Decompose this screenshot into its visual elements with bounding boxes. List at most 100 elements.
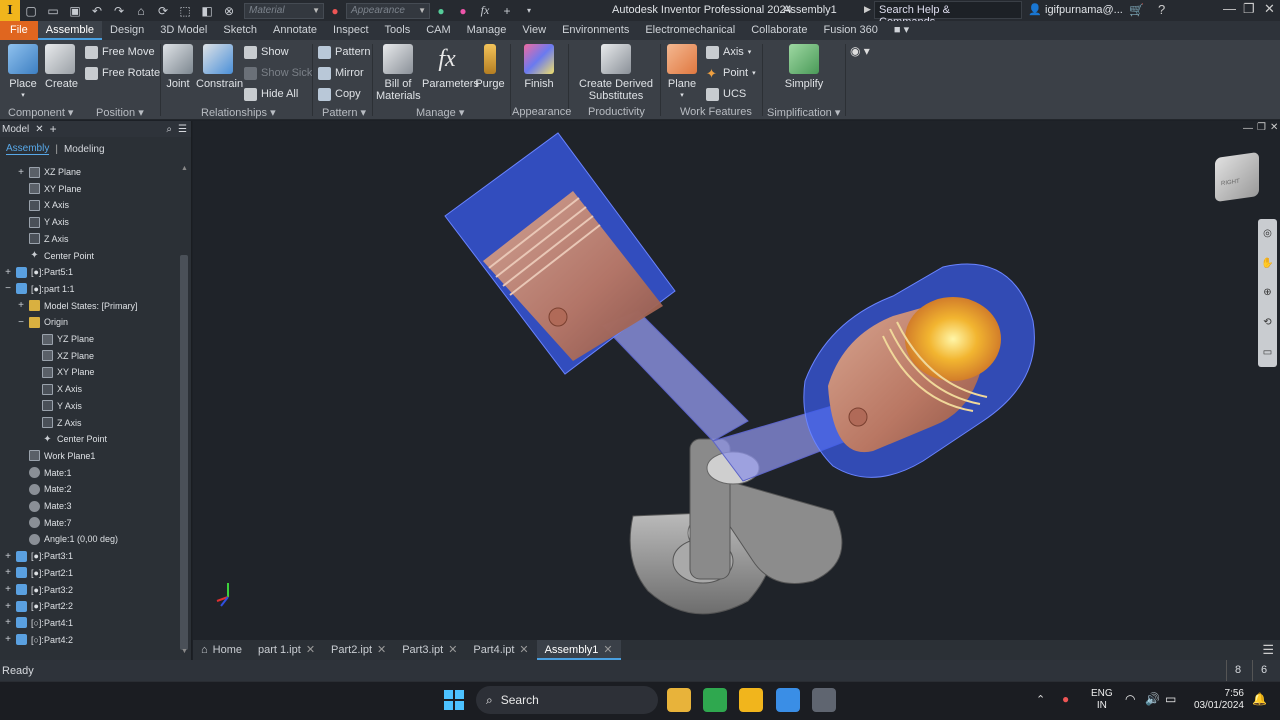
tab-sketch[interactable]: Sketch	[215, 21, 265, 40]
doc-tab-part1[interactable]: part 1.ipt ✕	[250, 640, 323, 660]
help-icon[interactable]: ?	[1158, 2, 1165, 17]
language-indicator[interactable]: ENG IN	[1091, 688, 1113, 712]
tree-item[interactable]: ✦ Center Point	[17, 248, 94, 264]
user-account[interactable]: igifpurnama@...	[1045, 4, 1123, 16]
tray-app-icon[interactable]: ●	[1062, 692, 1069, 706]
tab-manage[interactable]: Manage	[459, 21, 515, 40]
tree-item[interactable]: YZ Plane	[30, 331, 94, 347]
open-icon[interactable]: ▭	[42, 0, 64, 21]
show-sick-button[interactable]: Show Sick	[244, 64, 312, 82]
browser-scrollbar[interactable]	[179, 165, 189, 655]
cart-icon[interactable]: 🛒	[1129, 3, 1144, 17]
tab-3d-model[interactable]: 3D Model	[152, 21, 215, 40]
tree-item[interactable]: Mate:2	[17, 481, 72, 497]
close-icon[interactable]: ✕	[603, 640, 612, 658]
pattern-button[interactable]: Pattern	[318, 43, 370, 61]
tab-design[interactable]: Design	[102, 21, 152, 40]
scroll-down-icon[interactable]: ▼	[181, 648, 188, 655]
expand-toggle-icon[interactable]: +	[4, 551, 12, 562]
select-icon[interactable]: ⬚	[174, 0, 196, 21]
panel-position[interactable]: Position ▾	[96, 106, 144, 119]
free-rotate-button[interactable]: Free Rotate	[85, 64, 160, 82]
doc-tab-assembly1[interactable]: Assembly1 ✕	[536, 640, 621, 660]
close-icon[interactable]: ✕	[306, 640, 315, 660]
hide-all-button[interactable]: Hide All	[244, 85, 298, 103]
expand-toggle-icon[interactable]: +	[4, 567, 12, 578]
appearance-combo[interactable]: Appearance ▼	[346, 2, 430, 19]
tab-view[interactable]: View	[514, 21, 554, 40]
redo-icon[interactable]: ↷	[108, 0, 130, 21]
parameters-button[interactable]: fx Parameters	[422, 44, 479, 90]
expand-toggle-icon[interactable]: +	[4, 584, 12, 595]
color-icon[interactable]: ◧	[196, 0, 218, 21]
viewport-minimize-icon[interactable]: —	[1243, 123, 1253, 134]
joint-button[interactable]: Joint	[163, 44, 193, 90]
tree-item[interactable]: + [●]:Part2:2	[4, 598, 73, 614]
tab-collaborate[interactable]: Collaborate	[743, 21, 815, 40]
scroll-up-icon[interactable]: ▲	[181, 165, 188, 172]
show-button[interactable]: Show	[244, 43, 289, 61]
constrain-button[interactable]: Constrain	[196, 44, 243, 90]
panel-simplification[interactable]: Simplification ▾	[767, 106, 840, 119]
adjust-icon[interactable]: ●	[430, 0, 452, 21]
tree-item[interactable]: XY Plane	[17, 181, 81, 197]
browser-title[interactable]: Model	[2, 124, 29, 135]
panel-pattern[interactable]: Pattern ▾	[322, 106, 366, 119]
create-derived-substitutes-button[interactable]: Create Derived Substitutes	[578, 44, 654, 102]
steering-wheel-icon[interactable]: ◎	[1263, 228, 1272, 239]
tab-electromechanical[interactable]: Electromechanical	[637, 21, 743, 40]
tree-item[interactable]: + [○]:Part4:2	[4, 632, 73, 648]
tree-item[interactable]: − Origin	[17, 314, 68, 330]
tree-item[interactable]: Z Axis	[30, 415, 82, 431]
tab-tools[interactable]: Tools	[377, 21, 419, 40]
expand-toggle-icon[interactable]: −	[4, 283, 12, 294]
expand-toggle-icon[interactable]: +	[4, 267, 12, 278]
plus-icon[interactable]: +	[496, 0, 518, 21]
calculator-icon[interactable]	[812, 688, 836, 712]
tree-item[interactable]: + [○]:Part4:1	[4, 615, 73, 631]
battery-icon[interactable]: ▭	[1165, 692, 1176, 706]
graphics-viewport[interactable]: RIGHT ◎ ✋ ⊕ ⟲ ▭ — ❐ ✕	[193, 121, 1280, 640]
point-button[interactable]: ✦ Point ▾	[706, 64, 756, 82]
panel-manage[interactable]: Manage ▾	[416, 106, 464, 119]
zoom-icon[interactable]: ⊕	[1263, 287, 1271, 298]
ucs-button[interactable]: UCS	[706, 85, 746, 103]
close-icon[interactable]: ✕	[1264, 1, 1275, 17]
plane-button[interactable]: Plane ▾	[667, 44, 697, 102]
tree-item[interactable]: Y Axis	[17, 214, 69, 230]
tree-item[interactable]: + [●]:Part2:1	[4, 565, 73, 581]
free-move-button[interactable]: Free Move	[85, 43, 155, 61]
look-at-icon[interactable]: ▭	[1263, 347, 1272, 358]
doc-tab-part2[interactable]: Part2.ipt ✕	[323, 640, 394, 660]
tab-annotate[interactable]: Annotate	[265, 21, 325, 40]
tab-file[interactable]: File	[0, 21, 38, 40]
wifi-icon[interactable]: ◠	[1125, 692, 1135, 706]
copy-button[interactable]: Copy	[318, 85, 361, 103]
expand-toggle-icon[interactable]: +	[17, 300, 25, 311]
tree-item[interactable]: − [●]:part 1:1	[4, 281, 74, 297]
menu-icon[interactable]: ☰	[178, 124, 187, 135]
save-icon[interactable]: ▣	[64, 0, 86, 21]
fx-icon[interactable]: fx	[474, 0, 496, 21]
doc-tab-part4[interactable]: Part4.ipt ✕	[465, 640, 536, 660]
paint-icon[interactable]	[776, 688, 800, 712]
tree-item[interactable]: Work Plane1	[17, 448, 95, 464]
tree-item[interactable]: + [●]:Part5:1	[4, 264, 73, 280]
tree-item[interactable]: + XZ Plane	[17, 164, 81, 180]
create-button[interactable]: Create	[45, 44, 78, 90]
tree-item[interactable]: X Axis	[30, 381, 82, 397]
tab-assemble[interactable]: Assemble	[37, 21, 103, 40]
inventor-taskbar-icon[interactable]	[739, 688, 763, 712]
material-combo[interactable]: Material ▼	[244, 2, 324, 19]
panel-component[interactable]: Component ▾	[8, 106, 73, 119]
tree-item[interactable]: + Model States: [Primary]	[17, 298, 138, 314]
minimize-icon[interactable]: —	[1223, 1, 1236, 16]
viewport-restore-icon[interactable]: ❐	[1257, 122, 1266, 133]
tree-item[interactable]: Y Axis	[30, 398, 82, 414]
tab-environments[interactable]: Environments	[554, 21, 637, 40]
notification-bell-icon[interactable]: 🔔	[1252, 692, 1267, 706]
undo-icon[interactable]: ↶	[86, 0, 108, 21]
new-icon[interactable]: ▢	[20, 0, 42, 21]
tab-assembly[interactable]: Assembly	[6, 143, 50, 155]
customize-icon[interactable]: ▾	[518, 0, 540, 21]
